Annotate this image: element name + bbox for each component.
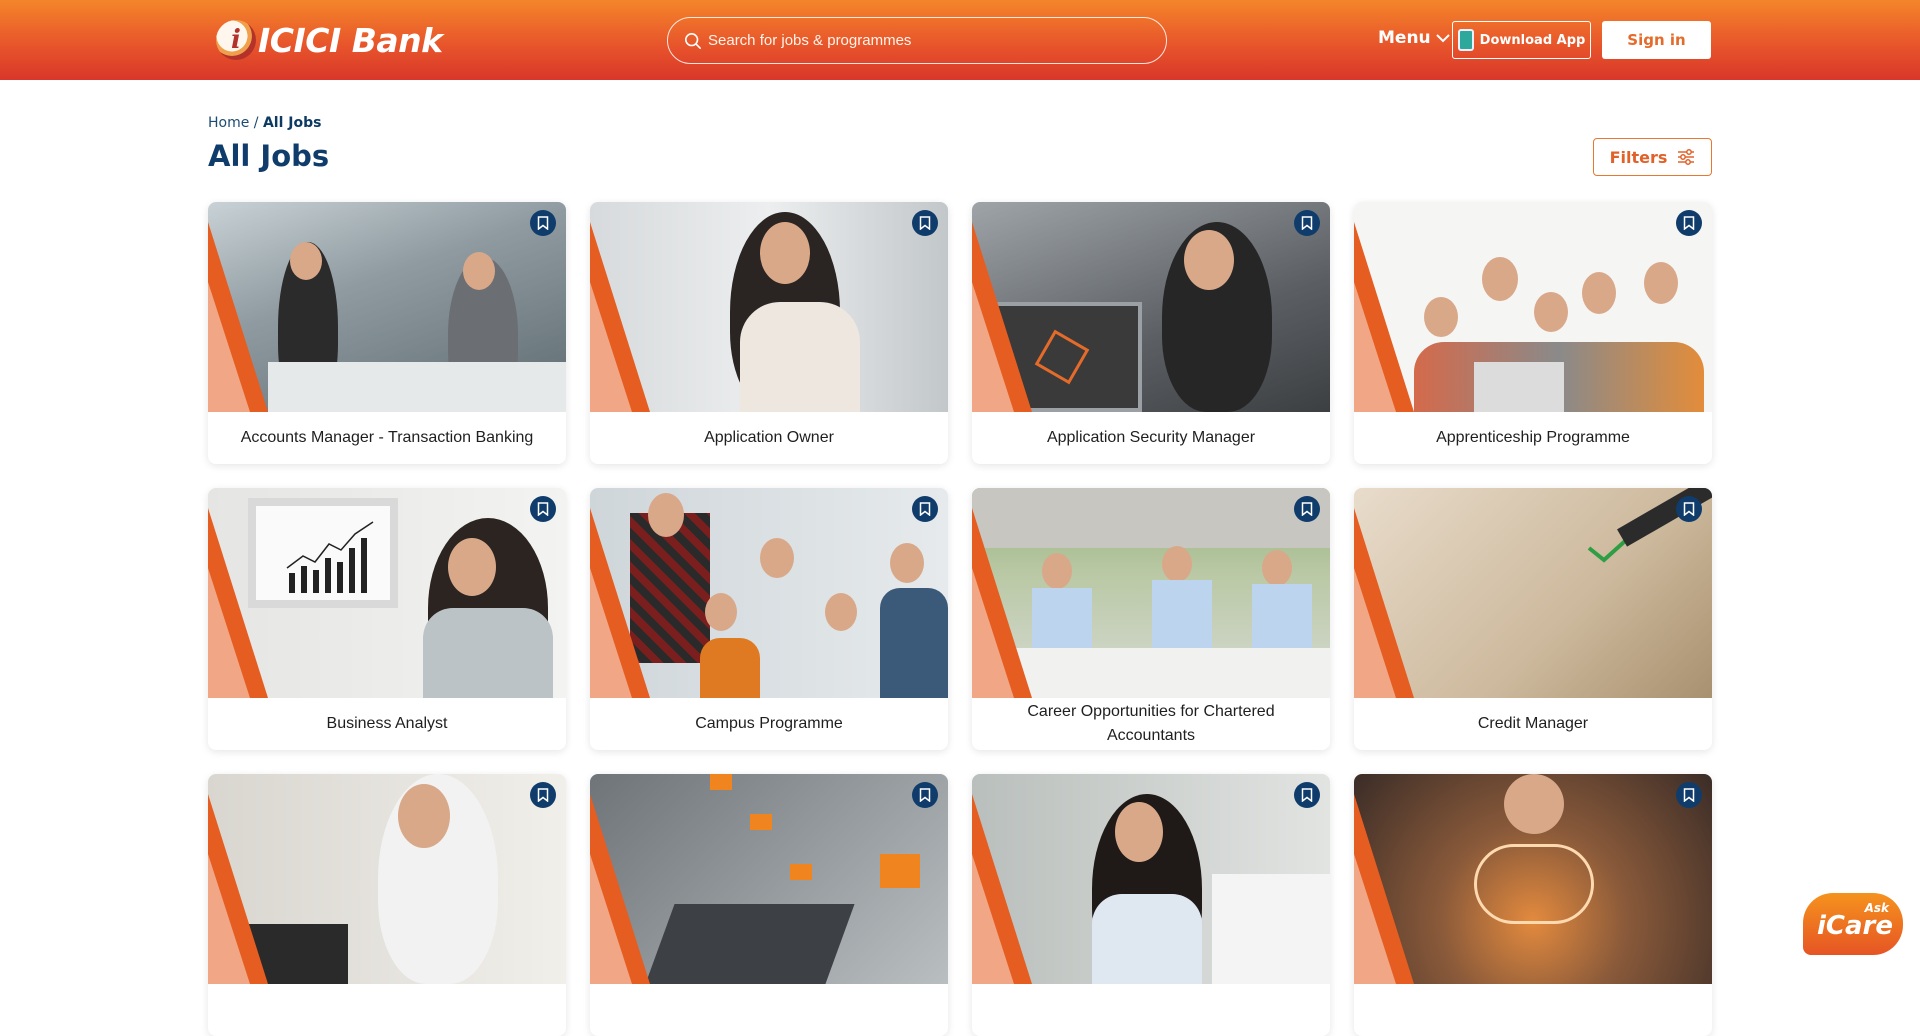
filters-button[interactable]: Filters	[1593, 138, 1712, 176]
job-card[interactable]: Credit Manager	[1354, 488, 1712, 750]
bookmark-icon[interactable]	[1294, 210, 1320, 236]
filters-label: Filters	[1609, 147, 1668, 167]
job-image	[1354, 488, 1712, 698]
search-icon	[684, 32, 702, 49]
breadcrumb-current: All Jobs	[262, 115, 322, 131]
download-app-button[interactable]: Download App	[1452, 21, 1591, 59]
sign-in-button[interactable]: Sign in	[1602, 21, 1711, 59]
breadcrumb-separator: /	[253, 115, 259, 131]
icici-logo-icon: i	[216, 20, 256, 60]
job-title: Accounts Manager - Transaction Banking	[240, 429, 534, 446]
job-image	[208, 488, 566, 698]
job-card[interactable]	[1354, 774, 1712, 1036]
job-card[interactable]: Apprenticeship Programme	[1354, 202, 1712, 464]
job-image	[590, 774, 948, 984]
bookmark-icon[interactable]	[1294, 782, 1320, 808]
job-card[interactable]: Campus Programme	[590, 488, 948, 750]
job-title: Apprenticeship Programme	[1436, 429, 1630, 446]
job-image	[208, 202, 566, 412]
phone-app-icon	[1457, 29, 1474, 51]
job-image	[590, 488, 948, 698]
logo-text: ICICI Bank	[258, 20, 443, 60]
site-header: i ICICI Bank Menu Download App Sign in	[0, 0, 1920, 80]
job-image	[1354, 202, 1712, 412]
job-title: Campus Programme	[695, 715, 843, 732]
job-title	[218, 984, 556, 1036]
job-card[interactable]	[208, 774, 566, 1036]
job-title	[1364, 984, 1702, 1036]
menu-button[interactable]: Menu	[1378, 28, 1450, 48]
job-title: Credit Manager	[1477, 715, 1589, 732]
job-card[interactable]: Application Owner	[590, 202, 948, 464]
bookmark-icon[interactable]	[912, 782, 938, 808]
job-title	[600, 984, 938, 1036]
icici-bank-logo[interactable]: i ICICI Bank	[216, 18, 443, 62]
bookmark-icon[interactable]	[1676, 496, 1702, 522]
job-image	[590, 202, 948, 412]
bookmark-icon[interactable]	[1676, 210, 1702, 236]
bookmark-icon[interactable]	[530, 782, 556, 808]
job-image	[208, 774, 566, 984]
download-app-label: Download App	[1479, 32, 1586, 48]
search-box[interactable]	[667, 17, 1167, 64]
job-card[interactable]: Application Security Manager	[972, 202, 1330, 464]
job-image	[972, 774, 1330, 984]
job-image	[972, 488, 1330, 698]
job-image	[972, 202, 1330, 412]
breadcrumb: Home / All Jobs	[208, 115, 321, 131]
menu-label: Menu	[1378, 28, 1431, 48]
job-title: Application Owner	[704, 429, 834, 446]
job-card[interactable]: Accounts Manager - Transaction Banking	[208, 202, 566, 464]
chevron-down-icon	[1435, 34, 1450, 43]
bookmark-icon[interactable]	[1676, 782, 1702, 808]
job-title: Business Analyst	[326, 715, 448, 732]
job-title	[982, 984, 1320, 1036]
job-image	[1354, 774, 1712, 984]
job-card[interactable]	[972, 774, 1330, 1036]
search-input[interactable]	[708, 32, 1148, 49]
sliders-icon	[1678, 149, 1695, 165]
job-card[interactable]: Business Analyst	[208, 488, 566, 750]
ask-icare-chat-button[interactable]: Ask iCare	[1803, 893, 1903, 955]
breadcrumb-home[interactable]: Home	[208, 115, 249, 131]
job-card[interactable]	[590, 774, 948, 1036]
job-card[interactable]: Career Opportunities for Chartered Accou…	[972, 488, 1330, 750]
bookmark-icon[interactable]	[530, 210, 556, 236]
job-title: Application Security Manager	[1046, 429, 1256, 446]
bookmark-icon[interactable]	[912, 210, 938, 236]
bookmark-icon[interactable]	[912, 496, 938, 522]
bookmark-icon[interactable]	[1294, 496, 1320, 522]
page-title: All Jobs	[208, 139, 330, 173]
icare-label: iCare	[1817, 911, 1893, 941]
bookmark-icon[interactable]	[530, 496, 556, 522]
job-title: Career Opportunities for Chartered Accou…	[1027, 703, 1275, 744]
